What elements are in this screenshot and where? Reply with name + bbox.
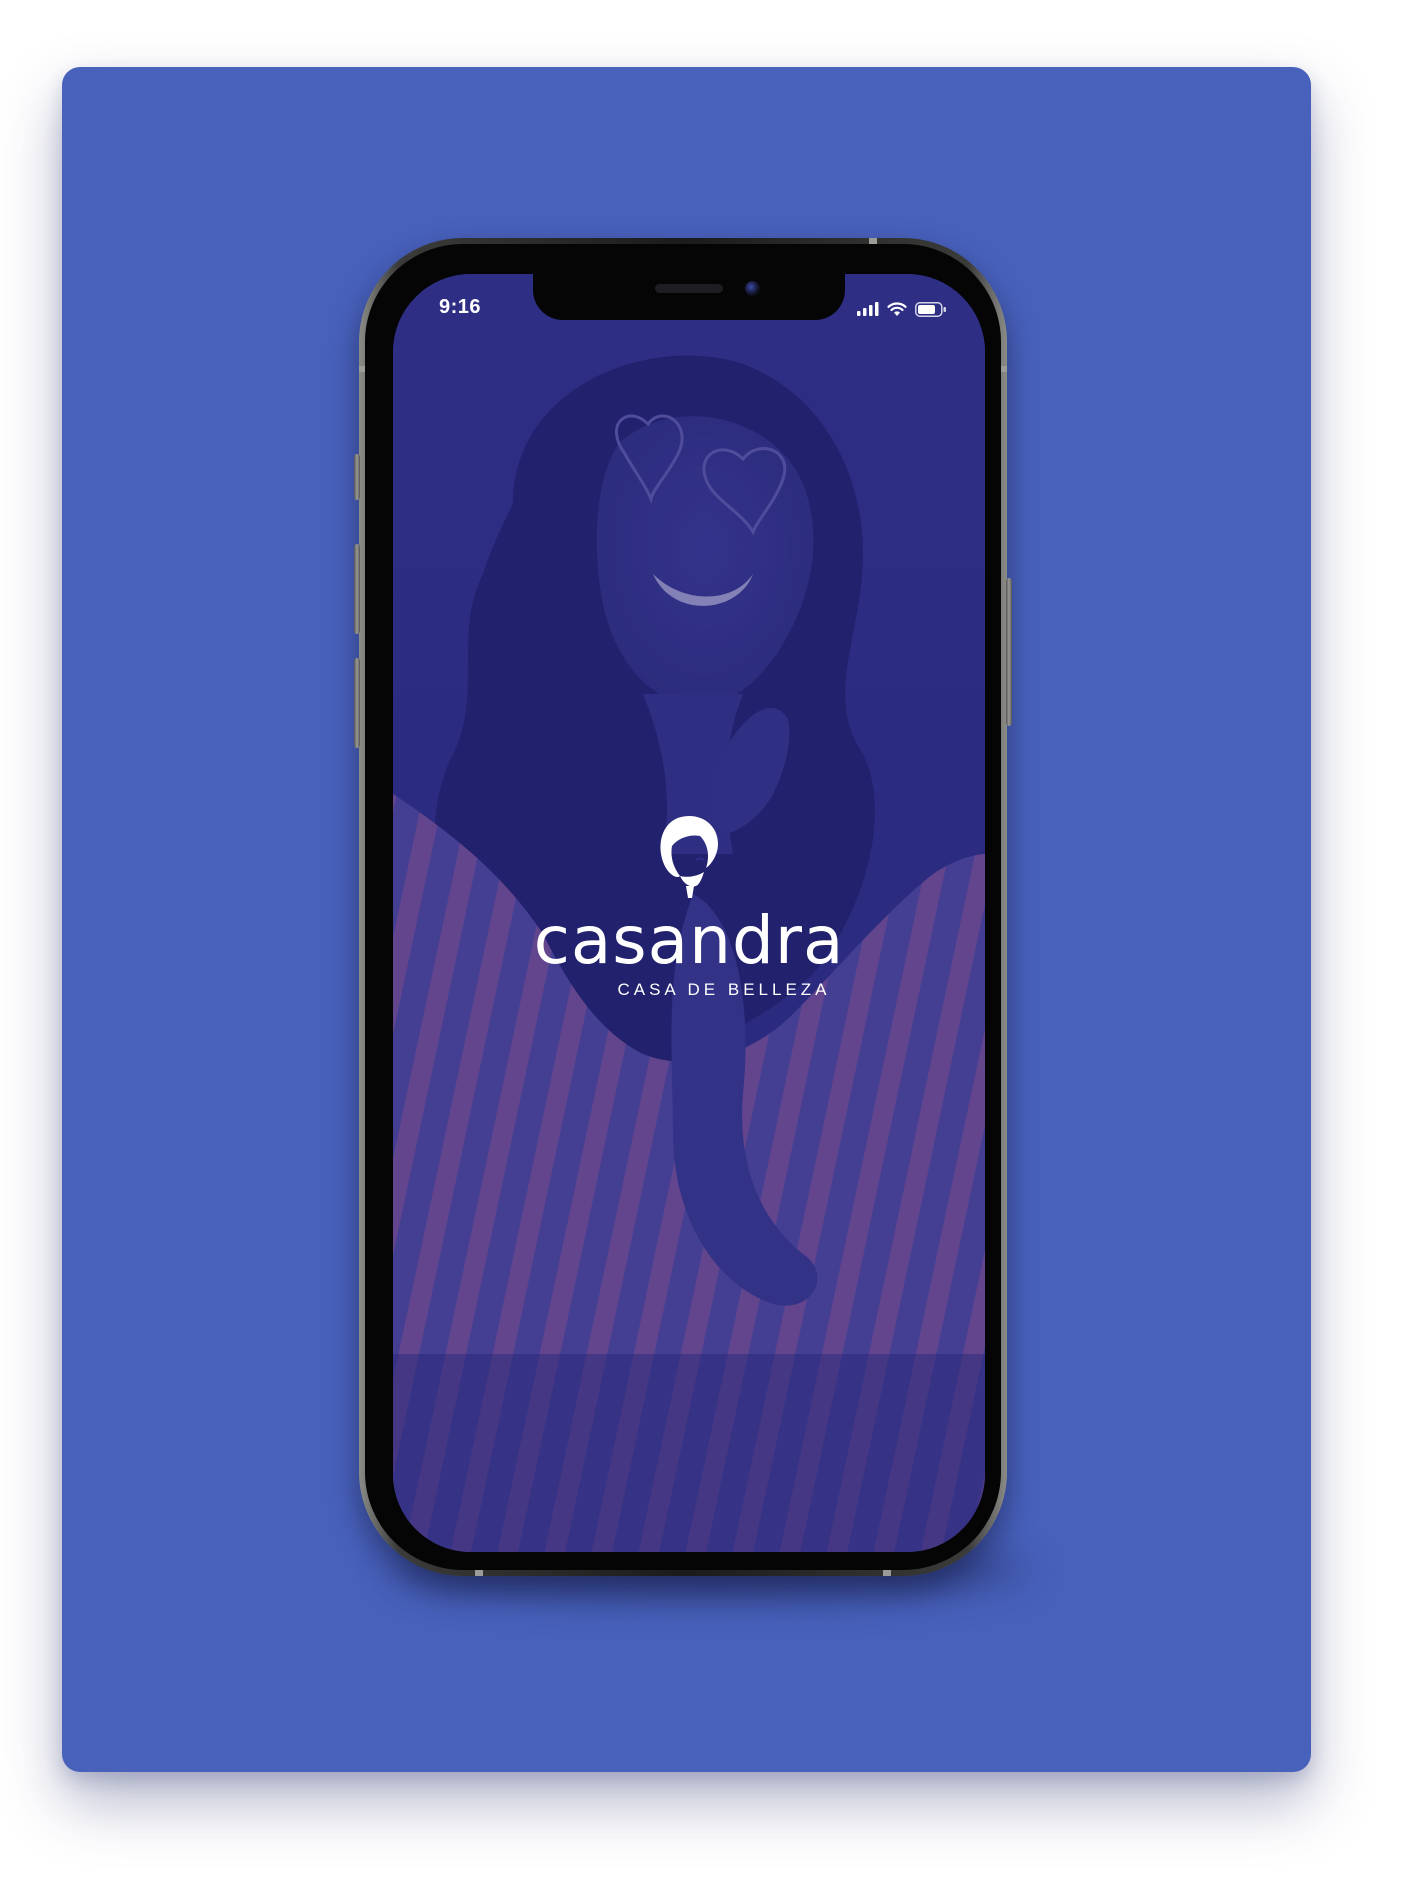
volume-down-button xyxy=(354,658,360,748)
brand-name: casandra xyxy=(533,902,845,979)
notch xyxy=(533,274,845,320)
battery-icon xyxy=(915,301,947,317)
brand-tagline: CASA DE BELLEZA xyxy=(617,980,831,999)
app-splash-screen[interactable]: 9:16 casandra CASA DE BELLEZA xyxy=(393,274,985,1552)
wifi-icon xyxy=(887,301,907,317)
earpiece-speaker xyxy=(655,284,723,293)
mute-switch xyxy=(354,454,360,500)
antenna-band xyxy=(883,1570,891,1576)
power-button xyxy=(1006,578,1012,726)
status-icons xyxy=(857,298,947,320)
front-camera-icon xyxy=(745,281,760,296)
signal-bars-icon xyxy=(857,302,879,316)
woman-silhouette-logo-icon xyxy=(660,816,718,898)
status-time: 9:16 xyxy=(439,296,482,318)
volume-up-button xyxy=(354,544,360,634)
brand-logo: casandra CASA DE BELLEZA xyxy=(393,814,985,1000)
antenna-band xyxy=(475,1570,483,1576)
phone-mockup: 9:16 casandra CASA DE BELLEZA xyxy=(354,238,1012,1576)
antenna-band xyxy=(1001,366,1007,372)
phone-bezel: 9:16 casandra CASA DE BELLEZA xyxy=(365,244,1001,1570)
